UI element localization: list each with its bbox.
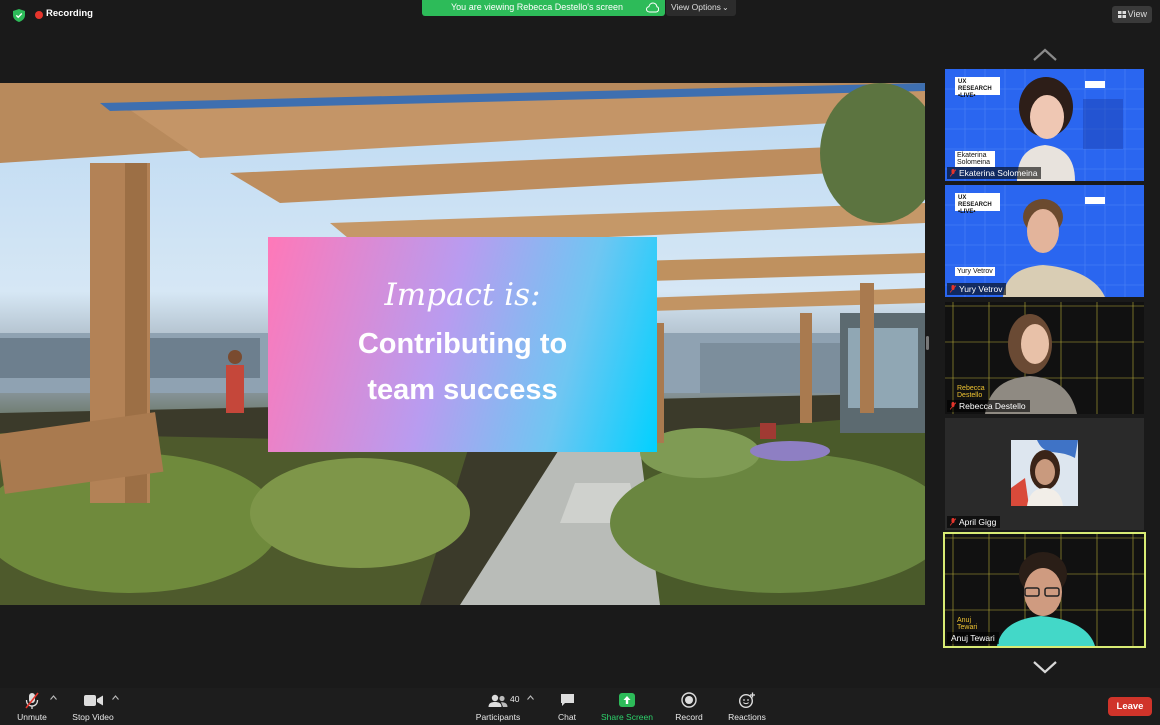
viewing-screen-banner: You are viewing Rebecca Destello's scree… [422,0,665,16]
participants-label: Participants [475,712,521,722]
video-tile-rebecca[interactable]: Rebecca Destello Rebecca Destello [945,302,1144,414]
view-options-label: View Options [671,2,721,12]
muted-mic-icon [950,518,956,526]
chat-bubble-icon [561,694,574,706]
muted-microphone-icon [25,692,39,709]
participant-count: 40 [510,694,520,704]
video-camera-icon [84,695,103,706]
shared-screen[interactable]: Impact is: Contributing to team success [0,83,925,605]
chat-label: Chat [558,712,576,722]
participant-name-tag: Rebecca Destello [947,400,1030,412]
grid-view-icon [1118,11,1126,18]
participant-name-tag: Yury Vetrov [947,283,1007,295]
participant-name-tag: Anuj Tewari [947,632,999,644]
chevron-down-icon: ⌄ [722,3,729,12]
impact-slide-card: Impact is: Contributing to team success [268,237,657,452]
record-button[interactable]: Record [670,688,708,725]
chat-button[interactable]: Chat [550,688,584,725]
top-bar: Recording You are viewing Rebecca Destel… [0,0,1160,30]
video-options-chevron-icon[interactable] [112,695,119,700]
participant-name: Rebecca Destello [959,401,1026,411]
participants-options-chevron-icon[interactable] [527,695,534,700]
recording-label: Recording [46,8,93,19]
stop-video-label: Stop Video [72,712,114,722]
meeting-toolbar: Unmute Stop Video Participants 40 Chat S… [0,688,1160,725]
slide-name-label: Rebecca Destello [957,385,985,399]
share-screen-icon [619,693,635,707]
record-icon [681,692,697,708]
impact-line-2: team success [367,374,558,406]
cloud-icon [646,2,659,13]
share-screen-label: Share Screen [601,712,653,722]
record-label: Record [675,712,703,722]
stop-video-button[interactable]: Stop Video [68,688,118,725]
shield-icon[interactable] [13,9,25,22]
chevron-up-icon[interactable] [1032,47,1058,63]
video-tile-april[interactable]: April Gigg [945,418,1144,530]
reactions-label: Reactions [728,712,766,722]
slide-name-label: Ekaterina Solomeina [955,151,995,167]
leave-button[interactable]: Leave [1108,697,1152,716]
banner-text: You are viewing Rebecca Destello's scree… [451,2,623,12]
resize-handle[interactable] [926,336,929,350]
muted-mic-icon [950,402,956,410]
participant-name-tag: Ekaterina Solomeina [947,167,1042,179]
view-button[interactable]: View [1112,6,1152,23]
smiley-plus-icon [739,692,755,708]
audio-options-chevron-icon[interactable] [50,695,57,700]
muted-mic-icon [950,285,956,293]
chevron-down-icon[interactable] [1032,659,1058,675]
participant-name: April Gigg [959,517,997,527]
impact-line-1: Contributing to [357,328,568,360]
participant-name-tag: April Gigg [947,516,1001,528]
slide-name-label: Yury Vetrov [955,267,995,276]
unmute-label: Unmute [17,712,47,722]
participant-name: Yury Vetrov [959,284,1003,294]
reactions-button[interactable]: Reactions [724,688,770,725]
recording-dot-icon [35,11,43,19]
view-options-dropdown[interactable]: View Options ⌄ [666,0,736,16]
video-tile-yury[interactable]: UX RESEARCH •LIVE• Yury Vetrov Yury Vetr… [945,185,1144,297]
slide-badge: UX RESEARCH •LIVE• [955,193,1000,215]
muted-mic-icon [950,169,956,177]
share-screen-button[interactable]: Share Screen [598,688,656,725]
participant-name: Ekaterina Solomeina [959,168,1038,178]
slide-name-label: Anuj Tewari [957,617,978,631]
video-tile-anuj-active-speaker[interactable]: Anuj Tewari Anuj Tewari [943,532,1146,648]
april-profile-picture [1011,440,1078,506]
participants-icon [488,694,508,707]
video-tile-ekaterina[interactable]: UX RESEARCH •LIVE• Ekaterina Solomeina E… [945,69,1144,181]
impact-title: Impact is: [384,277,541,313]
participant-name: Anuj Tewari [951,633,995,643]
view-label: View [1127,9,1147,19]
slide-badge: UX RESEARCH •LIVE• [955,77,1000,99]
unmute-button[interactable]: Unmute [10,688,54,725]
